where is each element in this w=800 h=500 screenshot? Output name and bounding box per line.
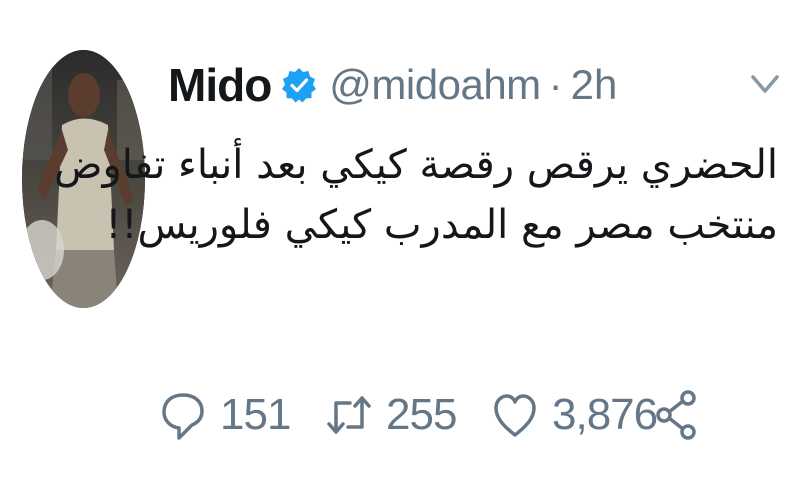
like-button[interactable]: 3,876 xyxy=(492,375,658,455)
like-count: 3,876 xyxy=(552,390,658,439)
separator-dot: · xyxy=(548,61,563,108)
reply-button[interactable]: 151 xyxy=(160,375,291,455)
tweet-card: Mido @midoahm · 2h الحضري يرقص رقصة كيكي… xyxy=(0,0,800,500)
display-name[interactable]: Mido xyxy=(168,58,272,112)
tweet-text-line: الحضري يرقص رقصة كيكي بعد أنباء تفاوض xyxy=(54,142,778,188)
reply-count: 151 xyxy=(220,390,291,439)
share-button[interactable] xyxy=(654,375,700,455)
tweet-text: الحضري يرقص رقصة كيكي بعد أنباء تفاوض من… xyxy=(54,135,778,255)
retweet-count: 255 xyxy=(386,390,457,439)
share-icon xyxy=(656,390,696,440)
retweet-icon xyxy=(327,396,371,434)
user-handle[interactable]: @midoahm xyxy=(329,61,541,109)
tweet-actions: 151 255 3,876 xyxy=(0,375,800,455)
chevron-down-icon[interactable] xyxy=(750,72,780,96)
retweet-button[interactable]: 255 xyxy=(326,375,457,455)
timestamp[interactable]: 2h xyxy=(571,61,618,109)
tweet-text-line: منتخب مصر مع المدرب كيكي فلوريس!! xyxy=(105,202,778,248)
like-icon xyxy=(494,394,536,437)
reply-icon xyxy=(162,393,204,440)
verified-badge-icon xyxy=(281,67,317,103)
tweet-header: Mido @midoahm · 2h xyxy=(168,55,617,115)
